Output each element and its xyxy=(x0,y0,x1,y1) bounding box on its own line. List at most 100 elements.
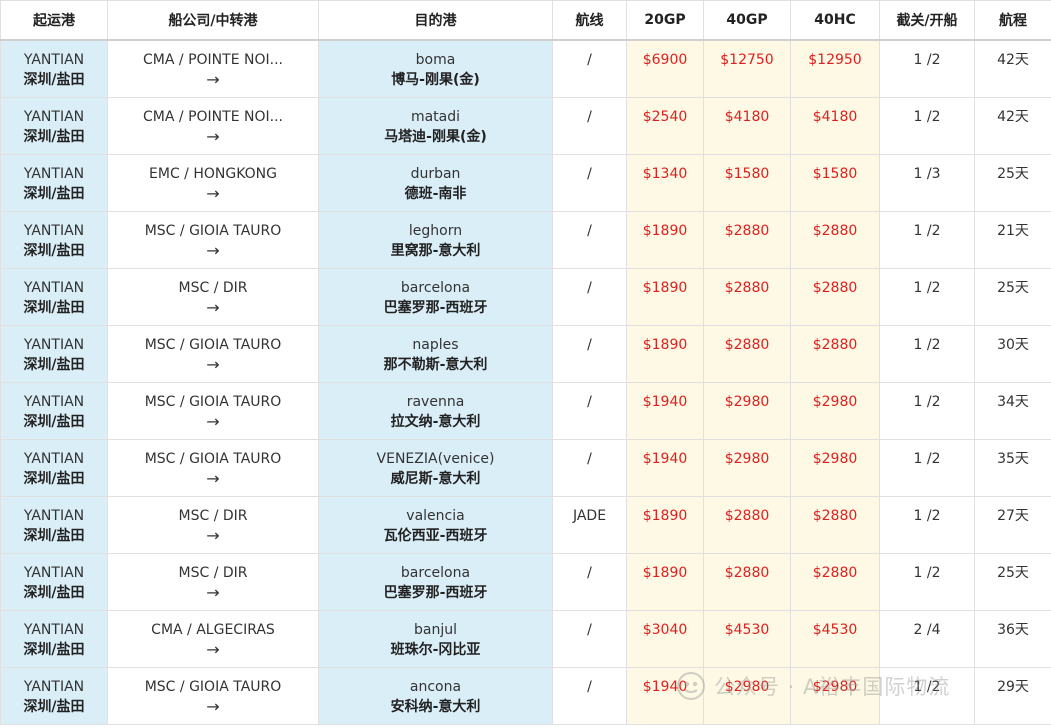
table-row: YANTIAN 深圳/盐田 MSC / DIR → barcelona 巴塞罗那-西班牙 /… xyxy=(0,267,1051,326)
cutoff-sailing-cell: 1 /2 xyxy=(879,495,975,554)
carrier-transit-port: CMA / ALGECIRAS xyxy=(151,621,275,638)
route-cell: / xyxy=(552,267,627,326)
transit-time-cell: 30天 xyxy=(974,324,1051,383)
price-20gp: $1940 xyxy=(626,666,704,725)
origin-port-code: YANTIAN xyxy=(23,279,85,296)
price-40gp: $2880 xyxy=(703,324,791,383)
origin-port-cell: YANTIAN 深圳/盐田 xyxy=(0,438,108,497)
price-40gp: $4180 xyxy=(703,96,791,155)
price-40hc: $2880 xyxy=(790,552,880,611)
origin-port-cell: YANTIAN 深圳/盐田 xyxy=(0,381,108,440)
price-20gp: $1890 xyxy=(626,267,704,326)
cutoff-sailing-cell: 1 /3 xyxy=(879,153,975,212)
carrier-transit-port: MSC / GIOIA TAURO xyxy=(144,222,282,239)
origin-port-code: YANTIAN xyxy=(23,621,85,638)
destination-cell: valencia 瓦伦西亚-西班牙 xyxy=(318,495,553,554)
arrow-right-icon: → xyxy=(206,468,220,488)
destination-cell: matadi 马塔迪-刚果(金) xyxy=(318,96,553,155)
destination-port-name: 拉文纳-意大利 xyxy=(390,413,481,430)
route-cell: / xyxy=(552,210,627,269)
carrier-transit-port: CMA / POINTE NOI... xyxy=(143,108,283,125)
price-20gp: $1890 xyxy=(626,495,704,554)
price-40hc: $2980 xyxy=(790,666,880,725)
arrow-right-icon: → xyxy=(206,639,220,659)
route-cell: JADE xyxy=(552,495,627,554)
carrier-transit-port: MSC / DIR xyxy=(178,507,248,524)
origin-port-name: 深圳/盐田 xyxy=(23,698,85,715)
origin-port-cell: YANTIAN 深圳/盐田 xyxy=(0,609,108,668)
carrier-transit-port: MSC / GIOIA TAURO xyxy=(144,678,282,695)
destination-port-code: VENEZIA(venice) xyxy=(376,450,495,467)
destination-port-name: 马塔迪-刚果(金) xyxy=(384,128,487,145)
carrier-cell: CMA / POINTE NOI... → xyxy=(107,96,319,155)
carrier-transit-port: MSC / DIR xyxy=(178,279,248,296)
origin-port-cell: YANTIAN 深圳/盐田 xyxy=(0,210,108,269)
destination-cell: banjul 班珠尔-冈比亚 xyxy=(318,609,553,668)
transit-time-cell: 36天 xyxy=(974,609,1051,668)
origin-port-code: YANTIAN xyxy=(23,336,85,353)
price-20gp: $1940 xyxy=(626,381,704,440)
destination-port-code: ancona xyxy=(409,678,462,695)
destination-port-name: 德班-南非 xyxy=(404,185,467,202)
price-40gp: $2880 xyxy=(703,495,791,554)
price-40gp: $2880 xyxy=(703,210,791,269)
route-cell: / xyxy=(552,153,627,212)
destination-port-code: boma xyxy=(415,52,456,68)
carrier-transit-port: CMA / POINTE NOI... xyxy=(143,52,283,68)
transit-time-cell: 21天 xyxy=(974,210,1051,269)
origin-port-cell: YANTIAN 深圳/盐田 xyxy=(0,39,108,98)
origin-port-name: 深圳/盐田 xyxy=(23,527,85,544)
arrow-right-icon: → xyxy=(206,297,220,317)
cutoff-sailing-cell: 1 /2 xyxy=(879,210,975,269)
origin-port-code: YANTIAN xyxy=(23,222,85,239)
transit-time-cell: 25天 xyxy=(974,552,1051,611)
destination-port-name: 瓦伦西亚-西班牙 xyxy=(383,527,488,544)
destination-port-name: 巴塞罗那-西班牙 xyxy=(383,299,488,316)
price-20gp: $2540 xyxy=(626,96,704,155)
carrier-cell: MSC / GIOIA TAURO → xyxy=(107,666,319,725)
arrow-right-icon: → xyxy=(206,240,220,260)
price-40gp: $2980 xyxy=(703,666,791,725)
price-40gp: $2880 xyxy=(703,267,791,326)
cutoff-sailing-cell: 1 /2 xyxy=(879,96,975,155)
route-cell: / xyxy=(552,96,627,155)
carrier-transit-port: EMC / HONGKONG xyxy=(149,165,277,182)
price-20gp: $1890 xyxy=(626,210,704,269)
destination-port-code: durban xyxy=(410,165,461,182)
transit-time-cell: 29天 xyxy=(974,666,1051,725)
price-40hc: $2980 xyxy=(790,381,880,440)
destination-cell: ancona 安科纳-意大利 xyxy=(318,666,553,725)
destination-port-code: leghorn xyxy=(408,222,463,239)
route-cell: / xyxy=(552,609,627,668)
destination-port-name: 里窝那-意大利 xyxy=(390,242,481,259)
carrier-transit-port: MSC / GIOIA TAURO xyxy=(144,336,282,353)
destination-port-code: valencia xyxy=(406,507,465,524)
price-40hc: $2880 xyxy=(790,324,880,383)
destination-port-name: 安科纳-意大利 xyxy=(390,698,481,715)
table-body: YANTIAN 深圳/盐田 CMA / POINTE NOI... → boma 博马-刚… xyxy=(0,39,1051,725)
table-row: YANTIAN 深圳/盐田 MSC / GIOIA TAURO → leghorn 里窝那… xyxy=(0,210,1051,269)
route-cell: / xyxy=(552,438,627,497)
origin-port-name: 深圳/盐田 xyxy=(23,356,85,373)
origin-port-cell: YANTIAN 深圳/盐田 xyxy=(0,495,108,554)
arrow-right-icon: → xyxy=(206,411,220,431)
carrier-cell: MSC / GIOIA TAURO → xyxy=(107,438,319,497)
table-row: YANTIAN 深圳/盐田 CMA / POINTE NOI... → boma 博马-刚… xyxy=(0,39,1051,98)
destination-cell: leghorn 里窝那-意大利 xyxy=(318,210,553,269)
arrow-right-icon: → xyxy=(206,183,220,203)
price-20gp: $3040 xyxy=(626,609,704,668)
cutoff-sailing-cell: 1 /2 xyxy=(879,552,975,611)
transit-time-cell: 27天 xyxy=(974,495,1051,554)
carrier-cell: MSC / DIR → xyxy=(107,267,319,326)
table-header-row: 起运港 船公司/中转港 目的港 航线 20GP 40GP 40HC 截关/开船 … xyxy=(0,0,1051,41)
route-cell: / xyxy=(552,324,627,383)
destination-port-code: ravenna xyxy=(406,393,465,410)
origin-port-name: 深圳/盐田 xyxy=(23,413,85,430)
destination-cell: ravenna 拉文纳-意大利 xyxy=(318,381,553,440)
carrier-cell: MSC / DIR → xyxy=(107,552,319,611)
price-40hc: $2880 xyxy=(790,267,880,326)
price-20gp: $1940 xyxy=(626,438,704,497)
origin-port-cell: YANTIAN 深圳/盐田 xyxy=(0,267,108,326)
price-40gp: $12750 xyxy=(703,39,791,98)
origin-port-code: YANTIAN xyxy=(23,108,85,125)
